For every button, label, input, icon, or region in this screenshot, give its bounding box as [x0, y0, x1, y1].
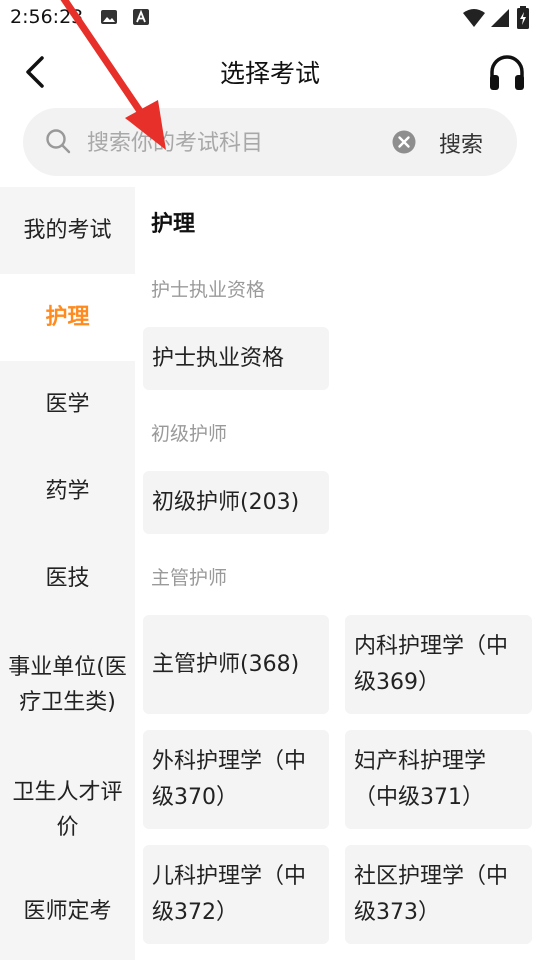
- sidebar-item-pharmacy[interactable]: 药学: [0, 448, 135, 535]
- sidebar-item-my-exams[interactable]: 我的考试: [0, 187, 135, 274]
- group-label: 护士执业资格: [151, 279, 266, 301]
- exam-chip[interactable]: 社区护理学（中级373）: [345, 845, 532, 944]
- category-sidebar: 我的考试 护理 医学 药学 医技 事业单位(医疗卫生类) 卫生人才评价 医师定考: [0, 187, 135, 960]
- sidebar-item-health-talent[interactable]: 卫生人才评价: [0, 755, 135, 865]
- exam-chip[interactable]: 内科护理学（中级369）: [345, 615, 532, 714]
- sidebar-item-physician-assessment[interactable]: 医师定考: [0, 868, 135, 955]
- headphone-icon: [490, 55, 524, 90]
- search-button[interactable]: 搜索: [439, 127, 483, 159]
- page-title: 选择考试: [219, 59, 320, 88]
- sidebar-item-label: 卫生人才评价: [12, 780, 123, 840]
- signal-icon: [491, 9, 509, 27]
- group-label: 初级护师: [151, 423, 228, 445]
- search-input[interactable]: [85, 122, 389, 164]
- status-bar: 2:56:23: [0, 0, 540, 36]
- exam-list: 护理 护士执业资格 护士执业资格 初级护师 初级护师(203) 主管护师 主管护…: [135, 187, 540, 960]
- exam-chip[interactable]: 护士执业资格: [143, 327, 329, 390]
- exam-chip[interactable]: 初级护师(203): [143, 471, 329, 534]
- sidebar-item-medicine[interactable]: 医学: [0, 361, 135, 448]
- sidebar-item-public-institution[interactable]: 事业单位(医疗卫生类): [0, 623, 135, 747]
- sidebar-item-medical-technology[interactable]: 医技: [0, 535, 135, 622]
- sidebar-item-label: 医学: [45, 392, 90, 417]
- app-notification-icon: [133, 9, 149, 25]
- sidebar-item-label: 医师定考: [23, 899, 112, 924]
- sidebar-item-label: 事业单位(医疗卫生类): [8, 655, 127, 715]
- exam-chip[interactable]: 外科护理学（中级370）: [143, 730, 329, 829]
- sidebar-item-label: 药学: [45, 479, 90, 504]
- clear-icon[interactable]: [392, 130, 416, 154]
- exam-chip[interactable]: 儿科护理学（中级372）: [143, 845, 329, 944]
- sidebar-item-label: 护理: [45, 305, 90, 330]
- sidebar-item-label: 医技: [45, 566, 90, 591]
- sidebar-item-nursing[interactable]: 护理: [0, 274, 135, 361]
- customer-service-button[interactable]: [484, 50, 530, 96]
- battery-icon: [517, 6, 529, 29]
- image-notification-icon: [101, 10, 117, 24]
- sidebar-item-label: 我的考试: [23, 218, 112, 243]
- section-title: 护理: [151, 212, 196, 237]
- wifi-icon: [463, 9, 485, 27]
- exam-chip[interactable]: 妇产科护理学（中级371）: [345, 730, 532, 829]
- search-bar: 搜索: [23, 108, 517, 176]
- status-time: 2:56:23: [10, 6, 84, 28]
- exam-chip[interactable]: 主管护师(368): [143, 615, 329, 714]
- header: 选择考试: [0, 36, 540, 108]
- search-icon: [46, 129, 71, 154]
- group-label: 主管护师: [151, 567, 228, 589]
